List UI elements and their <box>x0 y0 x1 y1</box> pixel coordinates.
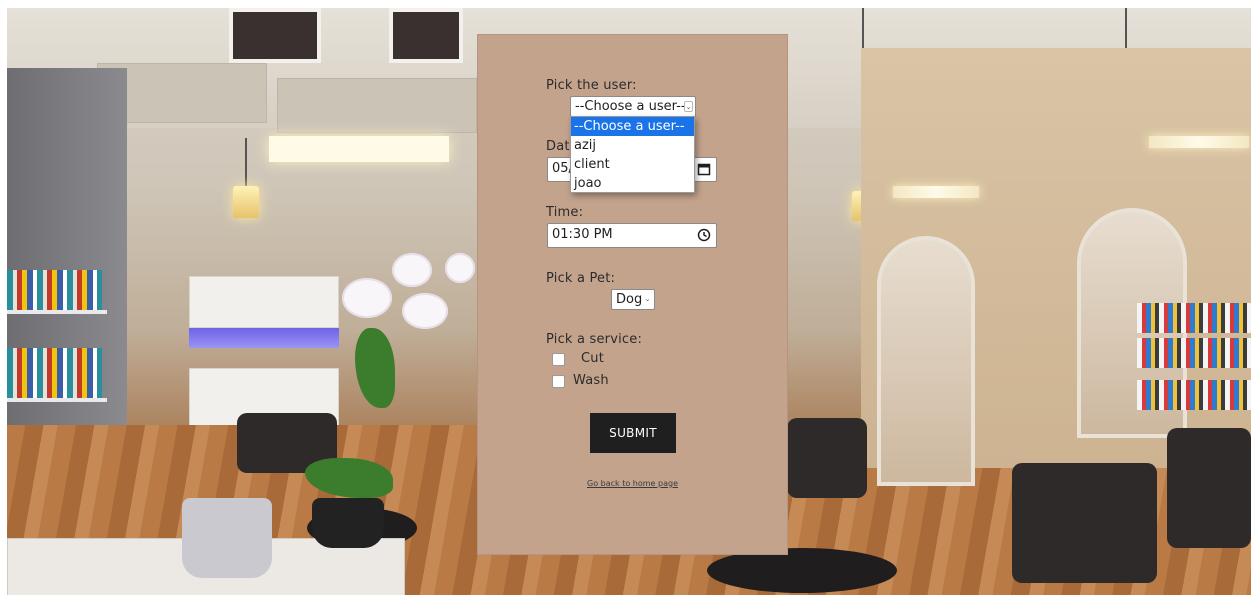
product-bottles <box>7 270 102 310</box>
ceiling-light <box>269 136 449 162</box>
orchid-flower <box>402 293 448 329</box>
shelf <box>7 310 107 314</box>
wall-sconce <box>893 186 979 198</box>
service-label: Pick a service: <box>546 332 643 347</box>
mirror <box>877 236 975 486</box>
user-option[interactable]: joao <box>571 174 694 193</box>
user-label: Pick the user: <box>546 78 637 93</box>
submit-button[interactable]: SUBMIT <box>590 413 676 453</box>
user-option[interactable]: --Choose a user-- <box>571 117 694 136</box>
plant <box>355 328 395 408</box>
pet-select[interactable]: Dog ⌄ <box>611 289 655 310</box>
candy-jar <box>182 498 272 578</box>
user-select-value: --Choose a user-- <box>575 99 686 114</box>
product-shelf <box>1137 303 1251 333</box>
wall-picture <box>389 8 463 63</box>
service-wash-label: Wash <box>573 373 609 388</box>
product-shelf <box>1137 338 1251 368</box>
cabinet-light <box>189 328 339 348</box>
ceiling-panel <box>277 78 477 133</box>
clock-icon[interactable] <box>697 228 711 242</box>
orchid-flower <box>342 278 392 318</box>
user-option[interactable]: client <box>571 155 694 174</box>
vase <box>312 498 384 548</box>
chevron-down-icon: ⌄ <box>644 295 651 303</box>
orchid-flower <box>445 253 475 283</box>
time-value: 01:30 PM <box>552 227 613 242</box>
chevron-down-icon: ⌄ <box>684 101 693 112</box>
wall-picture <box>229 8 321 63</box>
product-bottles <box>7 348 102 398</box>
pet-select-value: Dog <box>616 292 643 307</box>
calendar-icon[interactable] <box>697 162 711 176</box>
cabinet <box>189 276 339 328</box>
pendant-lamp <box>233 186 259 218</box>
product-shelf <box>1137 380 1251 410</box>
time-label: Time: <box>546 205 584 220</box>
user-select-dropdown[interactable]: --Choose a user-- azij client joao <box>570 116 695 193</box>
user-select[interactable]: --Choose a user-- ⌄ <box>570 96 696 117</box>
date-label: Dat <box>546 139 570 154</box>
shelf <box>7 398 107 402</box>
service-checkbox-wash[interactable] <box>552 375 565 388</box>
booking-form-card: Pick the user: --Choose a user-- ⌄ Dat 0… <box>477 34 788 555</box>
pet-label: Pick a Pet: <box>546 271 616 286</box>
service-cut-label: Cut <box>581 351 605 366</box>
back-home-link[interactable]: Go back to home page <box>478 479 787 488</box>
orchid-flower <box>392 253 432 287</box>
salon-chair <box>1012 463 1157 583</box>
time-input[interactable]: 01:30 PM <box>547 223 717 248</box>
service-checkbox-cut[interactable] <box>552 353 565 366</box>
salon-chair <box>1167 428 1251 548</box>
wall-sconce <box>1149 136 1249 148</box>
pendant-cord <box>245 138 247 188</box>
salon-chair <box>787 418 867 498</box>
user-option[interactable]: azij <box>571 136 694 155</box>
